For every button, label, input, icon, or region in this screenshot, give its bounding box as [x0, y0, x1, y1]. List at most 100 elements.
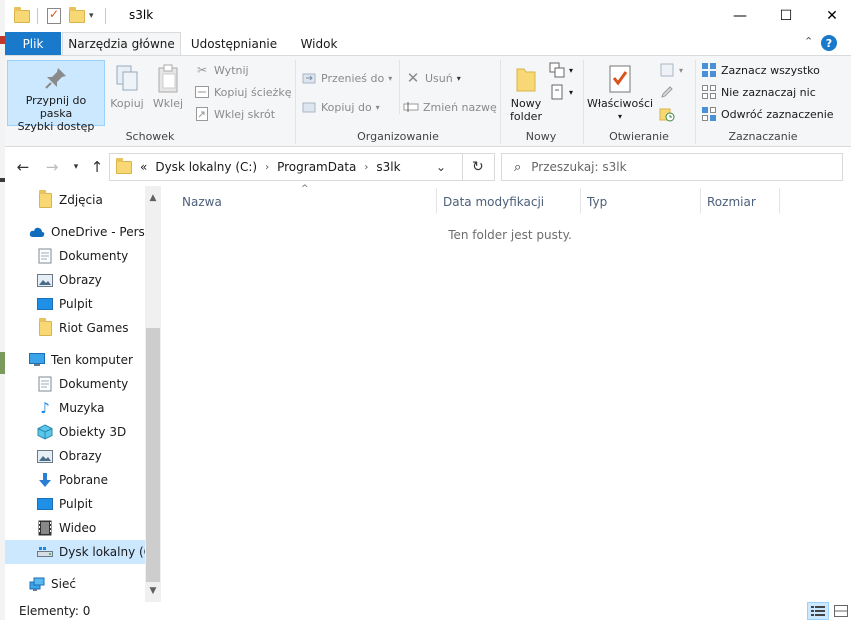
scroll-down-arrow-icon[interactable]: ▼	[145, 583, 161, 599]
paste-button[interactable]: Wklej	[150, 64, 186, 110]
status-bar: Elementy: 0	[5, 602, 851, 620]
tab-share[interactable]: Udostępnianie	[187, 32, 281, 55]
up-arrow-icon[interactable]: ↑	[86, 156, 108, 178]
quick-new-folder-button[interactable]	[69, 6, 85, 26]
column-separator[interactable]	[580, 188, 581, 214]
new-group-label: Nowy	[525, 130, 557, 143]
scroll-thumb[interactable]	[146, 328, 160, 582]
nav-item-local-disk[interactable]: Dysk lokalny (C:)	[5, 540, 145, 564]
details-view-icon[interactable]	[807, 602, 829, 620]
new-folder-button[interactable]: Nowy folder	[505, 64, 547, 123]
nav-item-desktop[interactable]: Pulpit	[5, 492, 145, 516]
forward-arrow-icon[interactable]: →	[41, 156, 63, 178]
invert-selection-button[interactable]: Odwróć zaznaczenie	[701, 106, 834, 122]
minimize-button[interactable]: —	[717, 0, 763, 32]
nav-item-music[interactable]: ♪ Muzyka	[5, 396, 145, 420]
search-box[interactable]: ⌕ Przeszukaj: s3lk	[501, 153, 843, 181]
pin-quick-access-button[interactable]: Przypnij do paska Szybki dostęp	[7, 60, 105, 133]
quick-properties-button[interactable]	[47, 6, 61, 26]
nav-item-onedrive[interactable]: OneDrive - Persor	[5, 220, 145, 244]
history-icon	[659, 106, 675, 122]
help-button[interactable]: ?	[821, 35, 837, 51]
dropdown-arrow-icon: ▾	[569, 65, 574, 75]
recent-locations-chevron-icon[interactable]: ▾	[65, 156, 87, 178]
breadcrumb-chevron-icon[interactable]: ›	[265, 162, 269, 173]
nav-item-onedrive-documents[interactable]: Dokumenty	[5, 244, 145, 268]
maximize-button[interactable]: ☐	[763, 0, 809, 32]
nav-item-riot-games[interactable]: Riot Games	[5, 316, 145, 340]
quick-access-dropdown-icon[interactable]: ▾	[89, 6, 94, 26]
column-header-type[interactable]: Typ	[587, 192, 607, 212]
easy-access-button[interactable]: ▾	[549, 84, 573, 100]
column-separator[interactable]	[779, 188, 780, 214]
new-item-icon	[549, 62, 565, 78]
select-none-icon	[701, 84, 717, 100]
nav-item-onedrive-desktop[interactable]: Pulpit	[5, 292, 145, 316]
breadcrumb-item-drive[interactable]: Dysk lokalny (C:)	[155, 160, 257, 174]
group-separator	[399, 60, 400, 114]
nav-item-label: OneDrive - Persor	[51, 225, 145, 239]
nav-item-label: Sieć	[51, 577, 76, 591]
nav-item-3d-objects[interactable]: Obiekty 3D	[5, 420, 145, 444]
nav-item-documents[interactable]: Dokumenty	[5, 372, 145, 396]
properties-button[interactable]: Właściwości ▾	[587, 64, 653, 123]
paste-shortcut-icon	[194, 106, 210, 122]
copy-to-button[interactable]: Kopiuj do ▾	[301, 99, 380, 115]
column-separator[interactable]	[700, 188, 701, 214]
copy-path-button[interactable]: Kopiuj ścieżkę	[194, 84, 291, 100]
large-icons-view-icon[interactable]	[830, 602, 851, 620]
new-folder-label-line2: folder	[510, 110, 542, 123]
column-header-name[interactable]: Nazwa	[182, 192, 222, 212]
nav-item-label: Obiekty 3D	[59, 425, 127, 439]
music-icon: ♪	[40, 399, 50, 417]
delete-button[interactable]: ✕ Usuń ▾	[405, 69, 461, 87]
nav-item-label: Muzyka	[59, 401, 105, 415]
sort-indicator-icon: ^	[301, 184, 309, 194]
nav-item-label: Pulpit	[59, 297, 93, 311]
open-group-label: Otwieranie	[609, 130, 669, 143]
cut-button[interactable]: ✂ Wytnij	[194, 62, 249, 78]
column-separator[interactable]	[436, 188, 437, 214]
ribbon-expand-icon[interactable]: ⌃	[804, 35, 813, 48]
close-button[interactable]: ✕	[809, 0, 851, 32]
paste-label: Wklej	[152, 97, 184, 110]
empty-folder-message: Ten folder jest pusty.	[448, 228, 572, 242]
edit-button[interactable]	[659, 84, 679, 100]
nav-item-onedrive-pictures[interactable]: Obrazy	[5, 268, 145, 292]
paste-shortcut-button[interactable]: Wklej skrót	[194, 106, 275, 122]
column-header-date-modified[interactable]: Data modyfikacji	[443, 192, 544, 212]
tab-home[interactable]: Narzędzia główne	[62, 32, 181, 55]
back-arrow-icon[interactable]: ←	[12, 156, 34, 178]
open-button[interactable]: ▾	[659, 62, 683, 78]
nav-item-pictures[interactable]: Obrazy	[5, 444, 145, 468]
nav-item-label: Obrazy	[59, 273, 102, 287]
nav-item-downloads[interactable]: Pobrane	[5, 468, 145, 492]
new-item-button[interactable]: ▾	[549, 62, 573, 78]
column-header-size[interactable]: Rozmiar	[707, 192, 756, 212]
nav-item-this-pc[interactable]: Ten komputer	[5, 348, 145, 372]
history-button[interactable]	[659, 106, 679, 122]
refresh-icon[interactable]: ↻	[472, 159, 484, 175]
move-to-button[interactable]: Przenieś do ▾	[301, 70, 392, 86]
copy-button[interactable]: Kopiuj	[108, 64, 146, 110]
nav-item-label: Riot Games	[59, 321, 129, 335]
address-bar[interactable]: « Dysk lokalny (C:) › ProgramData › s3lk…	[109, 153, 495, 181]
nav-item-zdjecia[interactable]: Zdjęcia	[5, 188, 145, 212]
tab-file[interactable]: Plik	[5, 32, 61, 55]
breadcrumb-chevron-icon[interactable]: ›	[364, 162, 368, 173]
rename-button[interactable]: Zmień nazwę	[403, 99, 497, 115]
select-all-button[interactable]: Zaznacz wszystko	[701, 62, 820, 78]
breadcrumb-item-programdata[interactable]: ProgramData	[277, 160, 356, 174]
select-none-button[interactable]: Nie zaznaczaj nic	[701, 84, 816, 100]
edit-icon	[659, 84, 675, 100]
search-input[interactable]: Przeszukaj: s3lk	[531, 160, 626, 174]
nav-item-videos[interactable]: Wideo	[5, 516, 145, 540]
breadcrumb-overflow[interactable]: «	[140, 160, 147, 174]
navigation-scrollbar[interactable]: ▲ ▼	[145, 186, 161, 602]
breadcrumb-item-current[interactable]: s3lk	[376, 160, 400, 174]
pin-label-line1: Przypnij do paska	[25, 94, 87, 120]
tab-view[interactable]: Widok	[289, 32, 349, 55]
scroll-up-arrow-icon[interactable]: ▲	[145, 190, 161, 206]
address-dropdown-chevron-icon[interactable]: ⌄	[436, 160, 446, 174]
nav-item-network[interactable]: Sieć	[5, 572, 145, 596]
